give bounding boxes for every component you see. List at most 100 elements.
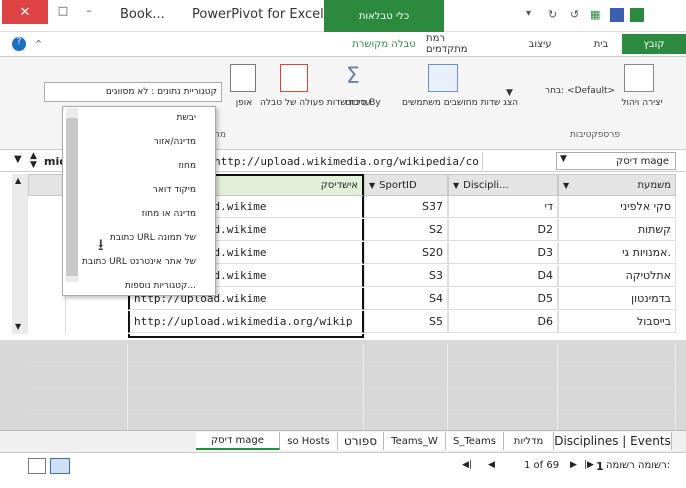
calculation-cell[interactable] [128, 366, 364, 388]
category-option[interactable]: קטגוריות נוספות... [64, 274, 214, 298]
cell-discipline[interactable]: בייסבול [558, 311, 676, 333]
last-record-icon[interactable]: ◀| [462, 460, 472, 470]
column-header-extra[interactable] [28, 174, 66, 196]
next-record-icon[interactable]: ◀ [488, 460, 495, 470]
sheet-tab-hosts[interactable]: so Hosts [280, 432, 338, 450]
cell-sportid[interactable]: S3 [364, 265, 448, 287]
column-header-sportid[interactable]: ▼ SportID [364, 174, 448, 196]
calculation-cell[interactable] [558, 366, 676, 388]
category-option[interactable]: מיקוד דואר [64, 178, 214, 202]
cell-discipline[interactable]: סקי אלפיני [558, 196, 676, 218]
category-option[interactable]: מדינה או מחוז [64, 202, 214, 226]
cell-discipline-id[interactable]: D3 [448, 242, 558, 264]
scroll-arrows-icon[interactable]: ▲ ▼ [30, 152, 37, 170]
save-icon[interactable] [610, 8, 624, 22]
cell-disc-image[interactable]: http://upload.wikimedia.org/wikip [128, 311, 364, 333]
qat-dropdown-icon[interactable]: ▾ [526, 8, 540, 22]
table-name-dropdown-icon[interactable]: ▼ [560, 154, 567, 164]
cell-discipline-id[interactable]: D6 [448, 311, 558, 333]
close-button[interactable]: ✕ [2, 0, 48, 24]
calculation-cell[interactable] [364, 344, 448, 366]
collapse-ribbon-icon[interactable]: ⌃ [34, 38, 43, 51]
expand-formula-icon[interactable]: ▼ [14, 154, 22, 165]
filter-icon[interactable]: ▼ [369, 181, 375, 190]
category-option[interactable]: כתובת URL של אתר אינטרנט [64, 250, 214, 274]
category-option[interactable]: מדינה/אזור [64, 130, 214, 154]
prev-record-icon[interactable]: ▶ [570, 460, 577, 470]
sheet-tab-teams-w[interactable]: Teams_W [384, 432, 446, 450]
cell-sportid[interactable]: S2 [364, 219, 448, 241]
diagram-view-icon[interactable] [28, 458, 46, 474]
default-field-icon[interactable] [280, 64, 308, 92]
cell-discipline-id[interactable]: D4 [448, 265, 558, 287]
cell-discipline[interactable]: בדמינטון [558, 288, 676, 310]
sum-icon[interactable]: Σ [346, 64, 368, 90]
pivot-icon[interactable]: ▦ [590, 8, 604, 22]
sheet-tab-disciplines[interactable]: Disciplines | Events [554, 432, 672, 450]
maximize-button[interactable]: □ [52, 4, 74, 20]
filter-icon[interactable]: ▼ [453, 181, 459, 190]
column-header-discipline[interactable]: ▼ משמעת [558, 174, 676, 196]
perspective-dropdown-arrow[interactable]: ▼ [506, 88, 513, 98]
vertical-scrollbar[interactable] [12, 174, 28, 334]
filter-icon[interactable]: ▼ [563, 181, 569, 190]
sheet-tab-medals-label: מדליות [513, 435, 544, 447]
sheet-tab-sport[interactable]: ספורט [338, 432, 384, 450]
cell-sportid[interactable]: S37 [364, 196, 448, 218]
data-category-select[interactable]: קטגוריית נתונים : לא מסווגים [44, 82, 222, 102]
sheet-tab-s-teams[interactable]: S_Teams [446, 432, 504, 450]
calculation-cell[interactable] [364, 366, 448, 388]
calculation-cell[interactable] [364, 410, 448, 432]
calculation-cell[interactable] [28, 344, 128, 366]
cell-discipline[interactable]: אתלטיקה [558, 265, 676, 287]
calculation-cell[interactable] [558, 410, 676, 432]
cell-discipline-id[interactable]: D5 [448, 288, 558, 310]
help-icon[interactable]: ? [12, 37, 26, 51]
calculation-cell[interactable] [28, 366, 128, 388]
calculation-cell[interactable] [364, 388, 448, 410]
column-header-discipline-id-label: Discipli... [463, 179, 509, 191]
first-record-icon[interactable]: |▶ [584, 460, 594, 470]
create-relationship-icon[interactable] [624, 64, 654, 92]
grid-view-icon[interactable] [50, 458, 70, 474]
calculation-cell[interactable] [558, 388, 676, 410]
scroll-down-icon[interactable]: ▼ [15, 322, 21, 331]
sheet-tab-disc-image[interactable]: דיסק mage [196, 432, 280, 450]
calculation-cell[interactable] [28, 388, 128, 410]
calculation-cell[interactable] [558, 344, 676, 366]
tab-file[interactable]: קובץ [622, 34, 686, 54]
undo-icon[interactable]: ↺ [570, 8, 584, 22]
cell-discipline[interactable]: קשתות [558, 219, 676, 241]
calculation-cell[interactable] [128, 344, 364, 366]
column-header-discipline-id[interactable]: ▼ Discipli... [448, 174, 558, 196]
minimize-button[interactable]: – [78, 4, 100, 20]
cell-discipline[interactable]: אמנויות גי. [558, 242, 676, 264]
calculation-cell[interactable] [448, 410, 558, 432]
perspective-select[interactable]: בחר: <Default> [540, 86, 620, 96]
category-option[interactable]: מחוז [64, 154, 214, 178]
cell-sportid[interactable]: S4 [364, 288, 448, 310]
excel-icon[interactable] [630, 8, 644, 22]
cell-sportid[interactable]: S20 [364, 242, 448, 264]
calculation-cell[interactable] [28, 410, 128, 432]
scroll-up-icon[interactable]: ▲ [15, 176, 21, 185]
calculation-cell[interactable] [448, 344, 558, 366]
table-behavior-icon[interactable] [230, 64, 256, 92]
tab-design[interactable]: עיצוב [520, 34, 560, 54]
calculation-cell[interactable] [128, 410, 364, 432]
redo-icon[interactable]: ↻ [548, 8, 562, 22]
category-option[interactable]: כתובת URL של תמונה [64, 226, 214, 250]
category-option[interactable]: יבשת [64, 106, 214, 130]
calculation-cell[interactable] [448, 388, 558, 410]
tab-advanced[interactable]: רמת מתקדמים [426, 33, 482, 55]
calculation-cell[interactable] [448, 366, 558, 388]
cell-discipline-id[interactable]: די [448, 196, 558, 218]
cell-sportid[interactable]: S5 [364, 311, 448, 333]
show-hidden-icon[interactable] [428, 64, 458, 92]
tab-home[interactable]: בית [584, 34, 618, 54]
table-name-box[interactable]: דיסק mage [556, 152, 676, 170]
formula-input[interactable]: http://upload.wikimedia.org/wikipedia/co [210, 152, 480, 170]
cell-discipline-id[interactable]: D2 [448, 219, 558, 241]
sheet-tab-medals[interactable]: מדליות [504, 432, 554, 450]
calculation-cell[interactable] [128, 388, 364, 410]
